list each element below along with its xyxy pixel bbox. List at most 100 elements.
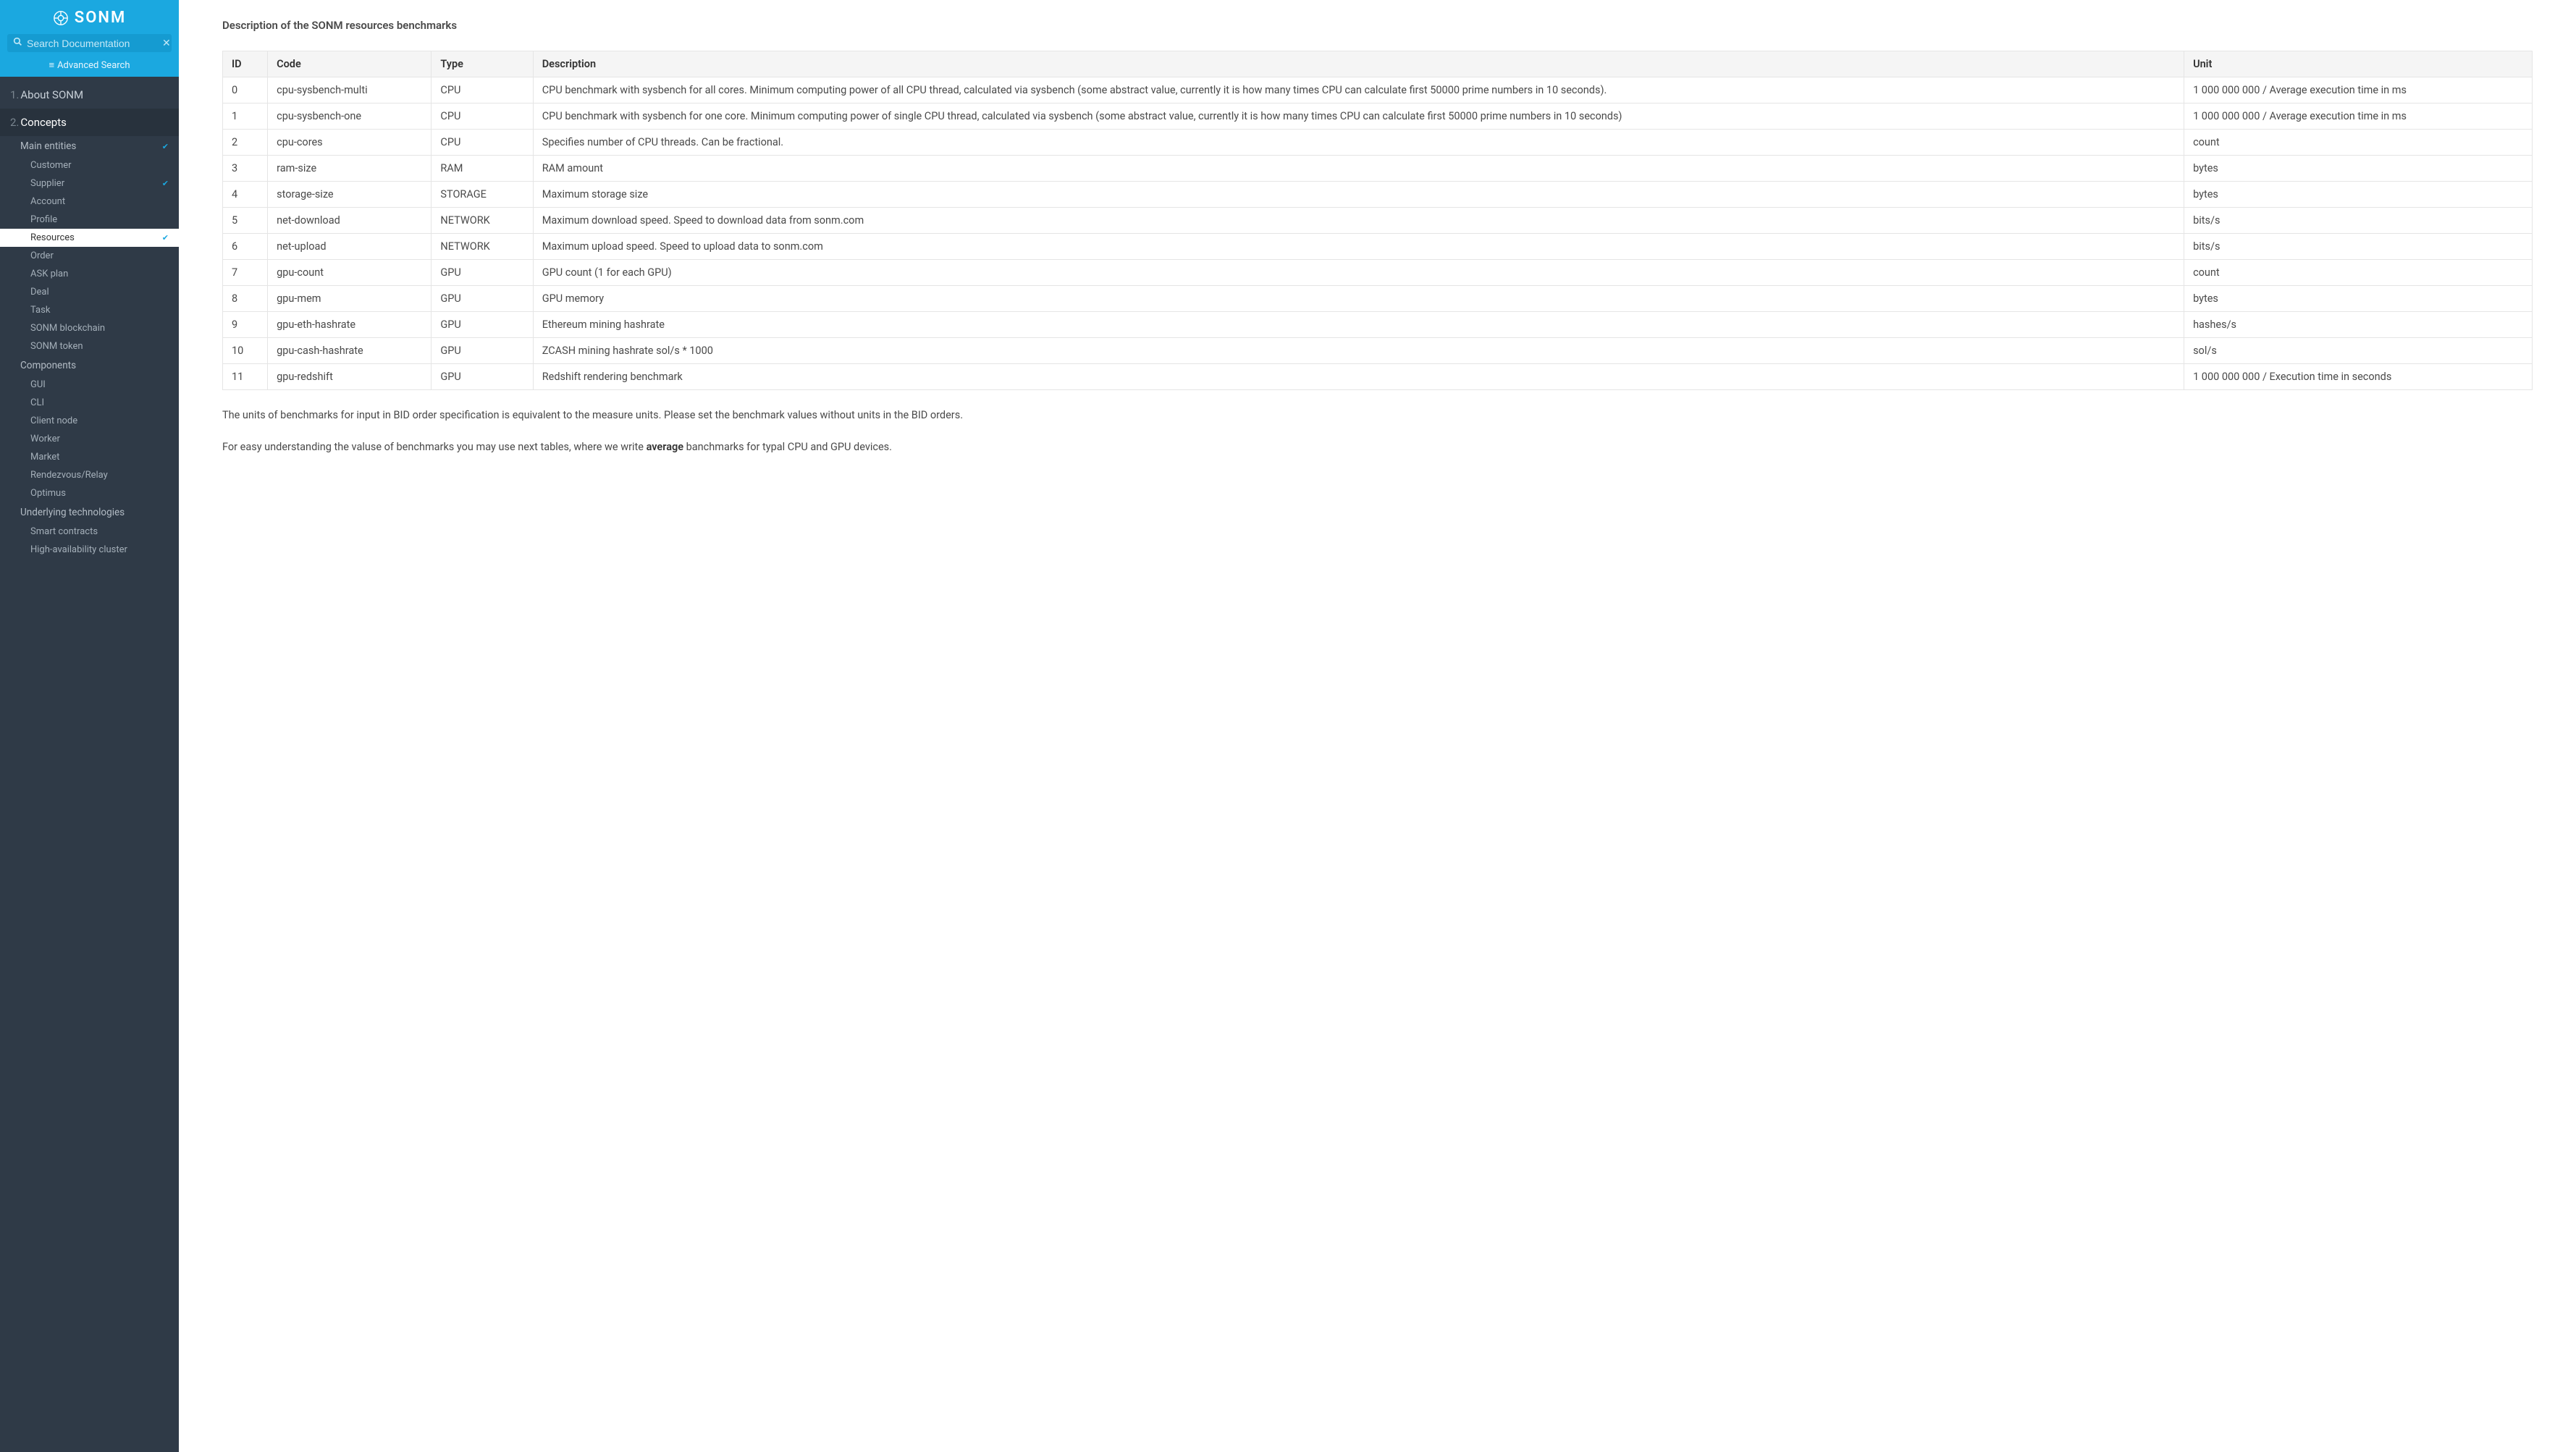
nav-subitem-task[interactable]: Task (0, 301, 179, 319)
table-cell-code: gpu-eth-hashrate (268, 312, 432, 338)
nav-subitem-cli[interactable]: CLI (0, 394, 179, 412)
table-cell-desc: CPU benchmark with sysbench for all core… (533, 77, 2184, 104)
nav-subitem-profile[interactable]: Profile (0, 211, 179, 229)
nav-section-about[interactable]: 1.About SONM (0, 81, 179, 109)
paragraph-text: banchmarks for typal CPU and GPU devices… (683, 441, 892, 453)
nav-num: 1. (10, 88, 19, 101)
check-icon: ✔ (162, 142, 169, 151)
nav-item-components[interactable]: Components (0, 355, 179, 376)
table-cell-id: 3 (223, 156, 268, 182)
table-row: 6net-uploadNETWORKMaximum upload speed. … (223, 234, 2533, 260)
table-cell-code: storage-size (268, 182, 432, 208)
table-cell-type: CPU (432, 130, 533, 156)
table-cell-desc: RAM amount (533, 156, 2184, 182)
table-cell-type: GPU (432, 260, 533, 286)
nav-subitem-customer[interactable]: Customer (0, 156, 179, 174)
sidebar-header: SONM ✕ ≡Advanced Search (0, 0, 179, 77)
page-title: Description of the SONM resources benchm… (222, 19, 2533, 32)
nav-subitem-smart-contracts[interactable]: Smart contracts (0, 523, 179, 541)
table-cell-unit: count (2184, 130, 2533, 156)
nav-subitem-worker[interactable]: Worker (0, 430, 179, 448)
table-cell-unit: bytes (2184, 182, 2533, 208)
advanced-search-link[interactable]: ≡Advanced Search (0, 56, 179, 77)
th-code: Code (268, 51, 432, 77)
table-cell-code: ram-size (268, 156, 432, 182)
th-unit: Unit (2184, 51, 2533, 77)
nav-subitem-ask-plan[interactable]: ASK plan (0, 265, 179, 283)
table-cell-desc: ZCASH mining hashrate sol/s * 1000 (533, 338, 2184, 364)
nav-item-main-entities[interactable]: Main entities ✔ (0, 136, 179, 156)
table-cell-type: NETWORK (432, 234, 533, 260)
table-cell-id: 11 (223, 364, 268, 390)
table-cell-code: cpu-cores (268, 130, 432, 156)
table-cell-desc: GPU memory (533, 286, 2184, 312)
table-row: 3ram-sizeRAMRAM amountbytes (223, 156, 2533, 182)
nav-subitem-order[interactable]: Order (0, 247, 179, 265)
table-cell-type: GPU (432, 338, 533, 364)
table-row: 4storage-sizeSTORAGEMaximum storage size… (223, 182, 2533, 208)
table-row: 5net-downloadNETWORKMaximum download spe… (223, 208, 2533, 234)
table-row: 7gpu-countGPUGPU count (1 for each GPU)c… (223, 260, 2533, 286)
table-cell-code: gpu-mem (268, 286, 432, 312)
nav-subitem-account[interactable]: Account (0, 193, 179, 211)
nav-subitem-gui[interactable]: GUI (0, 376, 179, 394)
nav-subitem-client-node[interactable]: Client node (0, 412, 179, 430)
table-cell-id: 10 (223, 338, 268, 364)
table-header-row: ID Code Type Description Unit (223, 51, 2533, 77)
sliders-icon: ≡ (49, 60, 54, 71)
search-icon (13, 37, 22, 49)
clear-icon[interactable]: ✕ (162, 38, 171, 49)
paragraph-text: For easy understanding the valuse of ben… (222, 441, 647, 453)
nav-section-concepts[interactable]: 2.Concepts (0, 109, 179, 136)
table-cell-desc: Maximum download speed. Speed to downloa… (533, 208, 2184, 234)
paragraph-tables: For easy understanding the valuse of ben… (222, 439, 2533, 455)
nav-subitem-blockchain[interactable]: SONM blockchain (0, 319, 179, 337)
table-cell-id: 4 (223, 182, 268, 208)
nav-subitem-ha-cluster[interactable]: High-availability cluster (0, 541, 179, 559)
nav-subitem-supplier[interactable]: Supplier ✔ (0, 174, 179, 193)
brand-text: SONM (75, 9, 126, 27)
table-cell-id: 9 (223, 312, 268, 338)
nav-subitem-rendezvous[interactable]: Rendezvous/Relay (0, 466, 179, 484)
nav-subitem-market[interactable]: Market (0, 448, 179, 466)
paragraph-units: The units of benchmarks for input in BID… (222, 408, 2533, 423)
table-cell-type: GPU (432, 364, 533, 390)
table-cell-type: NETWORK (432, 208, 533, 234)
table-cell-unit: count (2184, 260, 2533, 286)
table-cell-unit: bits/s (2184, 208, 2533, 234)
sidebar: SONM ✕ ≡Advanced Search 1.About SONM 2.C… (0, 0, 179, 1452)
table-cell-code: gpu-count (268, 260, 432, 286)
nav-section-label: About SONM (20, 88, 83, 101)
nav-subitem-deal[interactable]: Deal (0, 283, 179, 301)
table-cell-code: cpu-sysbench-multi (268, 77, 432, 104)
table-cell-unit: bits/s (2184, 234, 2533, 260)
search-box[interactable]: ✕ (7, 34, 172, 52)
logo[interactable]: SONM (0, 0, 179, 34)
check-icon: ✔ (162, 179, 169, 188)
nav-item-underlying[interactable]: Underlying technologies (0, 502, 179, 523)
table-cell-id: 6 (223, 234, 268, 260)
table-row: 2cpu-coresCPUSpecifies number of CPU thr… (223, 130, 2533, 156)
table-row: 11gpu-redshiftGPURedshift rendering benc… (223, 364, 2533, 390)
nav-subitem-optimus[interactable]: Optimus (0, 484, 179, 502)
table-row: 10gpu-cash-hashrateGPUZCASH mining hashr… (223, 338, 2533, 364)
table-cell-id: 5 (223, 208, 268, 234)
table-cell-unit: bytes (2184, 286, 2533, 312)
search-input[interactable] (27, 38, 158, 49)
nav-subitem-resources[interactable]: Resources ✔ (0, 229, 179, 247)
table-cell-unit: 1 000 000 000 / Average execution time i… (2184, 104, 2533, 130)
th-id: ID (223, 51, 268, 77)
table-cell-desc: Redshift rendering benchmark (533, 364, 2184, 390)
table-cell-type: GPU (432, 286, 533, 312)
nav-subitem-token[interactable]: SONM token (0, 337, 179, 355)
table-cell-unit: hashes/s (2184, 312, 2533, 338)
table-cell-id: 2 (223, 130, 268, 156)
table-cell-desc: Specifies number of CPU threads. Can be … (533, 130, 2184, 156)
table-cell-id: 7 (223, 260, 268, 286)
table-row: 1cpu-sysbench-oneCPUCPU benchmark with s… (223, 104, 2533, 130)
table-cell-desc: CPU benchmark with sysbench for one core… (533, 104, 2184, 130)
th-description: Description (533, 51, 2184, 77)
table-cell-unit: bytes (2184, 156, 2533, 182)
nav-item-label: Main entities (20, 140, 76, 152)
table-cell-code: cpu-sysbench-one (268, 104, 432, 130)
